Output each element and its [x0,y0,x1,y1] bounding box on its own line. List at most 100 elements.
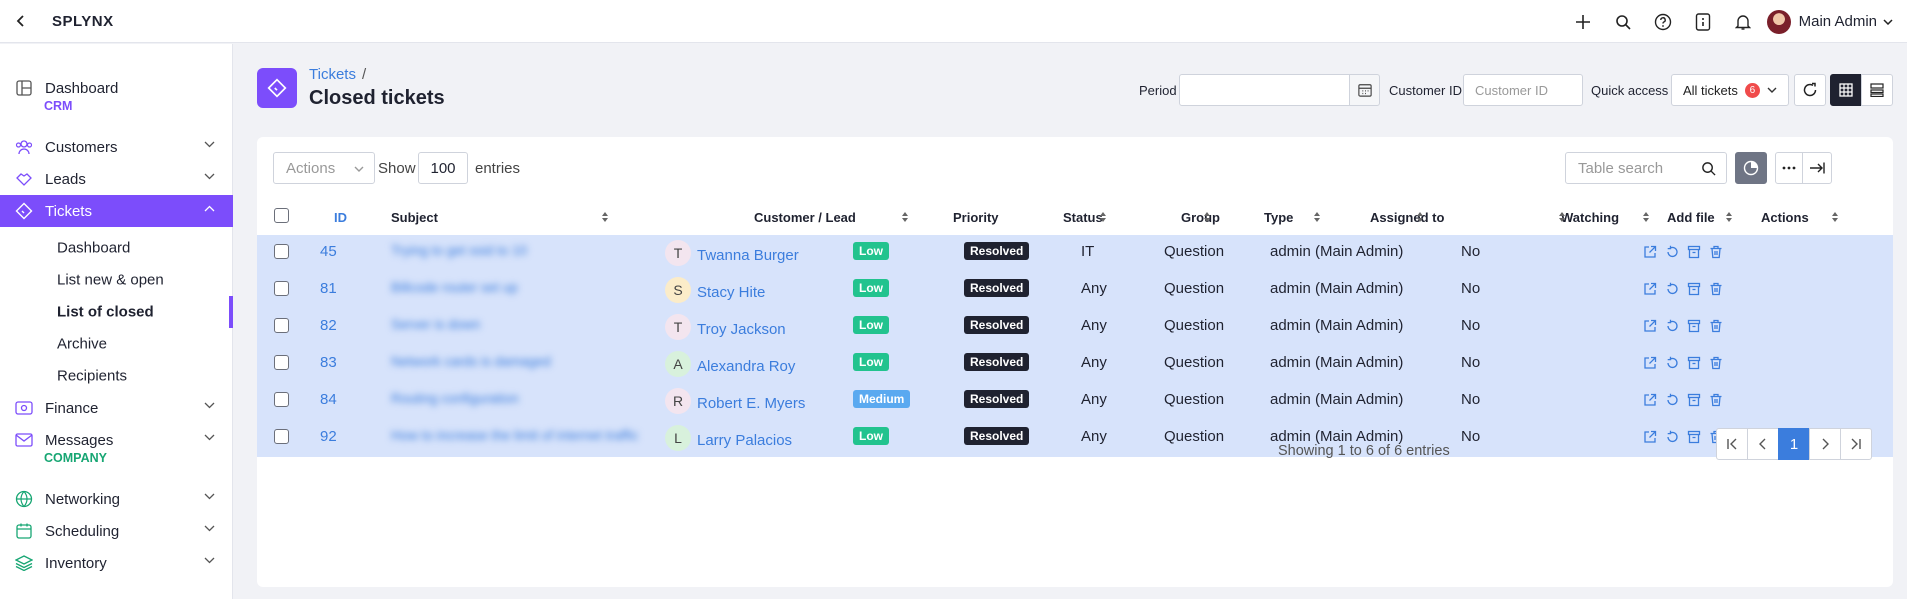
more-options-button[interactable] [1775,152,1803,184]
help-icon[interactable] [1643,0,1683,43]
open-external-icon[interactable] [1643,393,1657,407]
customer-link[interactable]: Stacy Hite [697,284,765,301]
ticket-subject-link[interactable]: Routing configuration [391,391,519,406]
grid-view-button[interactable] [1830,74,1862,106]
ticket-subject-link[interactable]: Server is down [391,317,480,332]
customer-link[interactable]: Twanna Burger [697,247,799,264]
sidebar-item-customers[interactable]: Customers [0,131,233,163]
list-view-button[interactable] [1861,74,1893,106]
customer-link[interactable]: Alexandra Roy [697,358,795,375]
column-header-add-file[interactable]: Add file [1667,210,1715,225]
row-checkbox[interactable] [274,392,289,407]
column-header-customer[interactable]: Customer / Lead [754,210,856,225]
sort-icon[interactable] [1099,211,1107,223]
table-row[interactable]: 81 Billcode router set up S Stacy Hite Low Re… [257,272,1893,309]
table-row[interactable]: 83 Network cards is damaged A Alexandra Roy… [257,346,1893,383]
open-external-icon[interactable] [1643,319,1657,333]
customer-link[interactable]: Troy Jackson [697,321,786,338]
ticket-id-link[interactable]: 92 [320,428,337,445]
sidebar-item-tickets[interactable]: Tickets [0,195,233,227]
sidebar-sub-archive[interactable]: Archive [57,336,107,353]
reopen-icon[interactable] [1665,430,1679,444]
sidebar-sub-dashboard[interactable]: Dashboard [57,240,130,257]
reopen-icon[interactable] [1665,245,1679,259]
entries-per-page-input[interactable]: 100 [418,152,468,184]
ticket-subject-link[interactable]: Trying to get ssid to 10 [391,243,527,258]
table-search-input[interactable]: Table search [1565,152,1727,184]
row-checkbox[interactable] [274,318,289,333]
open-external-icon[interactable] [1643,245,1657,259]
column-header-watching[interactable]: Watching [1561,210,1619,225]
sort-icon[interactable] [1642,211,1650,223]
next-page-button[interactable] [1809,428,1841,460]
sidebar-item-leads[interactable]: Leads [0,163,233,195]
sidebar-item-scheduling[interactable]: Scheduling [0,515,233,547]
first-page-button[interactable] [1716,428,1748,460]
sort-icon[interactable] [1313,211,1321,223]
sort-icon[interactable] [1203,211,1211,223]
sort-icon[interactable] [1416,211,1424,223]
page-1-button[interactable]: 1 [1778,428,1810,460]
period-input[interactable] [1179,74,1350,106]
app-logo[interactable]: SPLYNX [52,13,114,30]
row-checkbox[interactable] [274,244,289,259]
search-icon[interactable] [1603,0,1643,43]
sidebar-item-finance[interactable]: Finance [0,392,233,424]
user-menu[interactable]: Main Admin [1763,9,1907,34]
reopen-icon[interactable] [1665,319,1679,333]
archive-icon[interactable] [1687,282,1701,296]
ticket-subject-link[interactable]: Billcode router set up [391,280,518,295]
last-page-button[interactable] [1840,428,1872,460]
sidebar-sub-list-new-open[interactable]: List new & open [57,272,164,289]
customer-link[interactable]: Larry Palacios [697,432,792,449]
ticket-id-link[interactable]: 84 [320,391,337,408]
table-row[interactable]: 84 Routing configuration R Robert E. Myers M… [257,383,1893,420]
archive-icon[interactable] [1687,393,1701,407]
archive-icon[interactable] [1687,245,1701,259]
column-header-subject[interactable]: Subject [391,210,438,225]
delete-icon[interactable] [1709,245,1723,259]
open-external-icon[interactable] [1643,282,1657,296]
sidebar-item-inventory[interactable]: Inventory [0,547,233,579]
bell-icon[interactable] [1723,0,1763,43]
delete-icon[interactable] [1709,319,1723,333]
sort-icon[interactable] [901,211,909,223]
sort-icon[interactable] [1831,211,1839,223]
table-row[interactable]: 45 Trying to get ssid to 10 T Twanna Burger… [257,235,1893,272]
ticket-subject-link[interactable]: How to increase the limit of internet tr… [391,428,638,443]
customer-id-input[interactable]: Customer ID [1463,74,1583,106]
column-header-priority[interactable]: Priority [953,210,999,225]
column-header-group[interactable]: Group [1181,210,1220,225]
archive-icon[interactable] [1687,319,1701,333]
sidebar-item-dashboard[interactable]: Dashboard [0,72,233,104]
ticket-subject-link[interactable]: Network cards is damaged [391,354,551,369]
sort-icon[interactable] [1725,211,1733,223]
open-external-icon[interactable] [1643,430,1657,444]
docs-icon[interactable] [1683,0,1723,43]
column-visibility-button[interactable] [1735,152,1767,184]
column-header-assigned[interactable]: Assigned to [1370,210,1444,225]
expand-width-button[interactable] [1802,152,1832,184]
reopen-icon[interactable] [1665,282,1679,296]
refresh-button[interactable] [1794,74,1826,106]
column-header-id[interactable]: ID [334,210,347,225]
table-row[interactable]: 92 How to increase the limit of internet … [257,420,1893,457]
delete-icon[interactable] [1709,356,1723,370]
back-icon[interactable] [0,0,42,43]
row-checkbox[interactable] [274,355,289,370]
reopen-icon[interactable] [1665,393,1679,407]
customer-link[interactable]: Robert E. Myers [697,395,805,412]
select-all-checkbox[interactable] [274,208,289,223]
row-checkbox[interactable] [274,281,289,296]
ticket-id-link[interactable]: 81 [320,280,337,297]
archive-icon[interactable] [1687,430,1701,444]
calendar-button[interactable] [1349,74,1380,106]
sort-icon[interactable] [601,211,609,223]
delete-icon[interactable] [1709,393,1723,407]
ticket-id-link[interactable]: 45 [320,243,337,260]
ticket-id-link[interactable]: 83 [320,354,337,371]
reopen-icon[interactable] [1665,356,1679,370]
sidebar-item-networking[interactable]: Networking [0,483,233,515]
prev-page-button[interactable] [1747,428,1779,460]
column-header-status[interactable]: Status [1063,210,1103,225]
